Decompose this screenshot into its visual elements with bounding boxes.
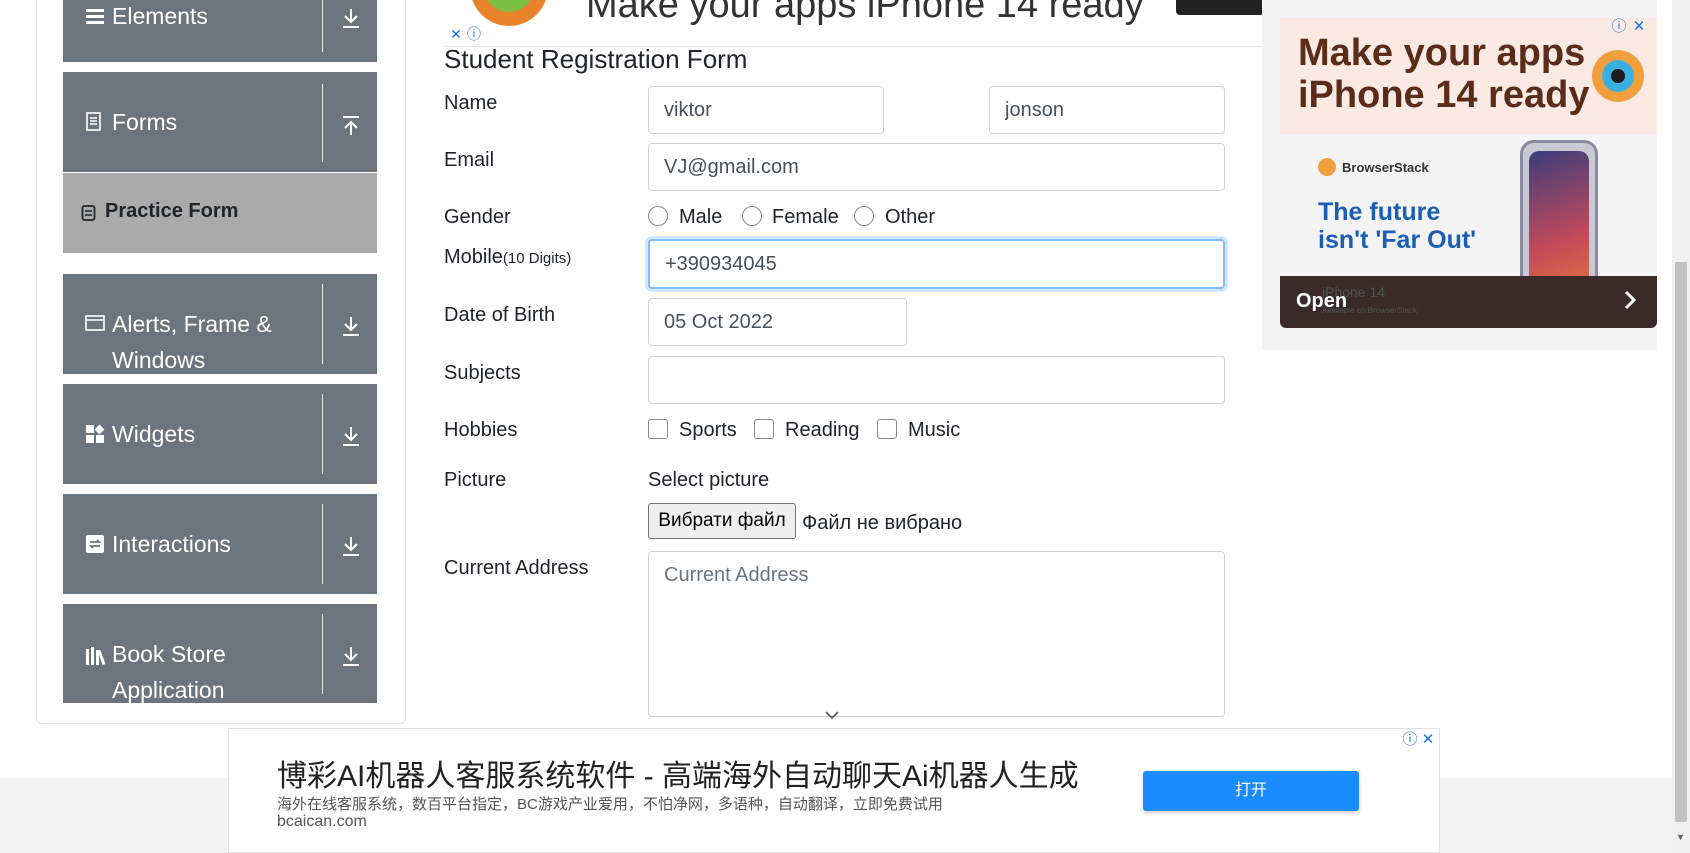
- mobile-input[interactable]: [648, 239, 1225, 289]
- close-icon[interactable]: ✕: [1630, 18, 1648, 36]
- ad-tagline-1: The future: [1318, 198, 1441, 226]
- form-icon: [81, 204, 97, 222]
- ad-open-button[interactable]: Open iPhone 14 Available on BrowserStack: [1280, 276, 1657, 328]
- sidebar-item-practice-form[interactable]: Practice Form: [63, 173, 377, 253]
- scrollbar-thumb[interactable]: [1675, 262, 1687, 822]
- ad-logo-icon: [470, 0, 548, 26]
- hobby-checkbox-reading[interactable]: [754, 419, 774, 439]
- select-picture-label: Select picture: [648, 469, 770, 491]
- info-icon[interactable]: ⓘ: [1610, 18, 1628, 36]
- ad-phone-label: iPhone 14: [1322, 284, 1386, 300]
- sidebar-group-label: Book Store Application: [112, 641, 226, 703]
- gender-option-label[interactable]: Female: [772, 206, 839, 229]
- hobby-option-label[interactable]: Music: [908, 419, 960, 442]
- close-icon[interactable]: ✕: [448, 26, 464, 42]
- sidebar-group-forms[interactable]: Forms: [63, 72, 377, 172]
- name-label: Name: [444, 92, 498, 114]
- books-icon: [85, 646, 106, 666]
- widgets-icon: [85, 424, 105, 444]
- ad-headline: Make your apps iPhone 14 ready: [586, 0, 1144, 26]
- date-of-birth-input[interactable]: [648, 298, 907, 346]
- browserstack-small-logo-icon: [1318, 158, 1336, 176]
- gender-radio-male[interactable]: [648, 206, 668, 226]
- upload-arrow-icon[interactable]: [339, 114, 363, 138]
- ad-cta-button[interactable]: [1176, 0, 1264, 15]
- sidebar-group-label: Alerts, Frame & Windows: [112, 311, 272, 373]
- download-arrow-icon[interactable]: [339, 424, 363, 448]
- download-arrow-icon[interactable]: [339, 6, 363, 30]
- gender-radio-female[interactable]: [742, 206, 762, 226]
- hobby-option-label[interactable]: Sports: [679, 419, 737, 442]
- current-address-textarea[interactable]: [648, 551, 1225, 717]
- sidebar-group-interactions[interactable]: Interactions: [63, 494, 377, 594]
- divider: [322, 84, 323, 162]
- current-address-label: Current Address: [444, 557, 589, 579]
- browserstack-logo-icon: [1592, 50, 1644, 102]
- hobbies-label: Hobbies: [444, 419, 518, 441]
- picture-label: Picture: [444, 469, 507, 491]
- file-status-text: Файл не вибрано: [802, 512, 963, 534]
- ad-headline-1: Make your apps: [1298, 32, 1586, 74]
- choose-file-button[interactable]: Вибрати файл: [648, 503, 796, 539]
- last-name-input[interactable]: [989, 86, 1225, 134]
- list-icon: [85, 6, 105, 26]
- sidebar-group-label: Interactions: [112, 531, 231, 557]
- chevron-right-icon: [1620, 288, 1640, 312]
- mobile-label-text: Mobile: [444, 246, 503, 268]
- divider: [322, 394, 323, 474]
- sidebar-item-label: Practice Form: [105, 200, 239, 222]
- right-ad-banner[interactable]: Make your apps iPhone 14 ready BrowserSt…: [1262, 0, 1657, 350]
- mobile-label: Mobile(10 Digits): [444, 246, 571, 269]
- subjects-input[interactable]: [648, 356, 1225, 404]
- divider: [322, 504, 323, 584]
- bottom-ad-banner[interactable]: 博彩AI机器人客服系统软件 - 高端海外自动聊天Ai机器人生成 海外在线客服系统…: [228, 728, 1440, 853]
- sidebar-group-label: Widgets: [112, 421, 196, 447]
- hobby-checkbox-music[interactable]: [877, 419, 897, 439]
- ad-tagline-2: isn't 'Far Out': [1318, 226, 1477, 254]
- hobby-option-label[interactable]: Reading: [785, 419, 860, 442]
- ad-description: 海外在线客服系统，数百平台指定，BC游戏产业爱用，不怕净网，多语种，自动翻译，立…: [277, 796, 943, 813]
- sidebar-group-label: Elements: [112, 3, 208, 29]
- ad-open-button[interactable]: 打开: [1143, 771, 1359, 811]
- ad-headline: 博彩AI机器人客服系统软件 - 高端海外自动聊天Ai机器人生成: [277, 760, 1079, 793]
- sidebar: Elements Forms Practice Form Alerts, Fra…: [63, 0, 377, 703]
- email-input[interactable]: [648, 143, 1225, 191]
- info-icon[interactable]: ⓘ: [466, 26, 482, 42]
- ad-brand: BrowserStack: [1342, 160, 1429, 175]
- sidebar-group-alerts-frame-windows[interactable]: Alerts, Frame & Windows: [63, 274, 377, 374]
- sidebar-group-book-store-application[interactable]: Book Store Application: [63, 604, 377, 703]
- gender-option-label[interactable]: Other: [885, 206, 935, 229]
- email-label: Email: [444, 149, 495, 171]
- chevron-down-icon[interactable]: [824, 708, 840, 720]
- download-arrow-icon[interactable]: [339, 314, 363, 338]
- gender-label: Gender: [444, 206, 511, 228]
- scroll-down-arrow-icon[interactable]: ▼: [1676, 832, 1686, 842]
- page-title: Student Registration Form: [444, 44, 748, 74]
- divider: [322, 0, 323, 52]
- sidebar-group-label: Forms: [112, 109, 178, 135]
- date-of-birth-label: Date of Birth: [444, 304, 556, 326]
- divider: [322, 284, 323, 364]
- hobby-checkbox-sports[interactable]: [648, 419, 668, 439]
- document-icon: [85, 112, 105, 132]
- info-icon[interactable]: ⓘ: [1401, 731, 1419, 749]
- interactions-icon: [85, 534, 105, 554]
- top-ad-banner[interactable]: Make your apps iPhone 14 ready ✕ ⓘ: [444, 0, 1264, 47]
- first-name-input[interactable]: [648, 86, 884, 134]
- ad-phone-sub: Available on BrowserStack: [1322, 306, 1418, 315]
- sidebar-group-elements[interactable]: Elements: [63, 0, 377, 62]
- subjects-label: Subjects: [444, 362, 521, 384]
- ad-domain: bcaican.com: [277, 813, 367, 830]
- window-icon: [85, 314, 105, 334]
- ad-headline-2: iPhone 14 ready: [1298, 74, 1590, 116]
- page-scrollbar[interactable]: ▼: [1672, 0, 1690, 853]
- download-arrow-icon[interactable]: [339, 534, 363, 558]
- sidebar-group-widgets[interactable]: Widgets: [63, 384, 377, 484]
- divider: [322, 614, 323, 694]
- gender-radio-other[interactable]: [854, 206, 874, 226]
- mobile-hint: (10 Digits): [502, 250, 572, 267]
- close-icon[interactable]: ✕: [1419, 731, 1437, 749]
- download-arrow-icon[interactable]: [339, 644, 363, 668]
- gender-option-label[interactable]: Male: [679, 206, 722, 229]
